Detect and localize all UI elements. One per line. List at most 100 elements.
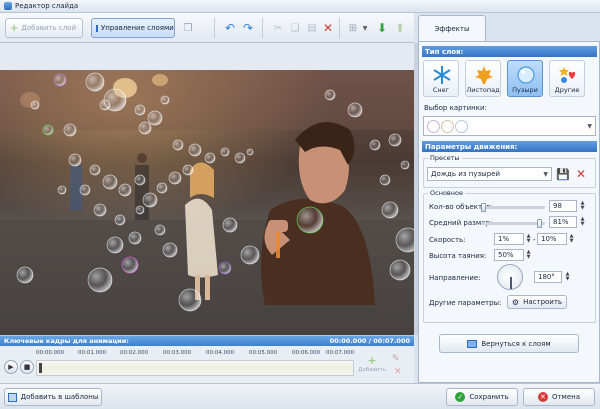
size-input[interactable]: 81% xyxy=(549,216,577,228)
ruler-tick: 00:05.000 xyxy=(249,350,278,356)
effects-panel: Эффекты Тип слоя: Снег Листопад Пузыри Д… xyxy=(418,13,600,383)
timeline: Ключевые кадры для анимации: 00:00.000 /… xyxy=(0,335,414,383)
chevron-down-icon: ▼ xyxy=(543,170,548,178)
add-to-templates-button[interactable]: Добавить в шаблоны xyxy=(4,388,102,406)
chevron-down-icon[interactable]: ▼ xyxy=(357,20,373,36)
add-keyframe-button[interactable]: + Добавить xyxy=(358,354,386,378)
play-icon: ▶ xyxy=(8,363,14,371)
title-bar: Редактор слайда xyxy=(0,0,600,13)
fade-label: Высота таяния: xyxy=(429,252,487,260)
check-icon: ✓ xyxy=(455,392,466,402)
count-slider-thumb[interactable] xyxy=(481,203,486,212)
window-title: Редактор слайда xyxy=(15,2,79,10)
cut-icon[interactable]: ✂ xyxy=(270,20,286,36)
stop-button[interactable]: ■ xyxy=(20,360,34,374)
direction-input[interactable]: 180° xyxy=(534,271,562,283)
bubble-thumb xyxy=(441,119,454,133)
back-to-layers-button[interactable]: Вернуться к слоям xyxy=(439,334,579,353)
canvas-margin xyxy=(0,43,414,70)
bubble-thumb xyxy=(455,119,468,133)
other-params-label: Другие параметры: xyxy=(429,299,502,307)
close-icon: ✕ xyxy=(537,392,548,402)
edit-keyframe-icon[interactable]: ✎ xyxy=(392,354,400,364)
speed-min-spinner[interactable]: ▲ ▼ xyxy=(525,234,532,244)
move-down-icon[interactable]: ⬇ xyxy=(374,20,390,36)
toolbar: + Добавить слой Управление слоями ❐ ↶ ↷ … xyxy=(0,13,414,43)
paste-icon[interactable]: ▤ xyxy=(304,20,320,36)
layer-type-heading: Тип слоя: xyxy=(422,46,597,57)
speed-label: Скорость: xyxy=(429,236,466,244)
effects-panel-body: Тип слоя: Снег Листопад Пузыри Другие Вы… xyxy=(418,41,600,383)
chevron-down-icon: ▼ xyxy=(587,122,592,130)
delete-keyframe-icon[interactable]: ✕ xyxy=(394,367,402,377)
bubble-thumb xyxy=(427,119,440,133)
plus-icon: + xyxy=(10,22,19,34)
fade-spinner[interactable]: ▲ ▼ xyxy=(525,250,532,260)
ruler-tick: 00:04.000 xyxy=(206,350,235,356)
ruler-tick: 00:07.000 xyxy=(326,350,355,356)
snowflake-icon xyxy=(433,66,451,84)
save-button[interactable]: ✓ Сохранить xyxy=(446,388,518,406)
shapes-icon xyxy=(559,67,576,83)
undo-icon[interactable]: ↶ xyxy=(222,20,238,36)
direction-dial[interactable] xyxy=(497,264,523,290)
effect-snow-button[interactable]: Снег xyxy=(423,60,459,97)
effect-other-button[interactable]: Другие xyxy=(549,60,585,97)
playhead[interactable] xyxy=(39,363,42,373)
count-slider[interactable] xyxy=(481,203,545,212)
ruler-tick: 00:02.000 xyxy=(120,350,149,356)
cancel-button[interactable]: ✕ Отмена xyxy=(523,388,595,406)
timeline-ruler: 00:00.000 00:01.000 00:02.000 00:03.000 … xyxy=(36,350,354,360)
scene-photo xyxy=(0,70,414,335)
layer-copy-icon[interactable]: ❐ xyxy=(180,20,196,36)
timeline-header: Ключевые кадры для анимации: 00:00.000 /… xyxy=(0,336,414,346)
picture-select[interactable]: ▼ xyxy=(423,116,596,136)
play-button[interactable]: ▶ xyxy=(4,360,18,374)
size-slider[interactable] xyxy=(481,219,545,228)
tab-effects[interactable]: Эффекты xyxy=(418,15,486,41)
speed-max-input[interactable]: 10% xyxy=(537,233,567,245)
ruler-tick: 00:06.000 xyxy=(292,350,321,356)
time-readout: 00:00.000 / 00:07.000 xyxy=(329,337,410,345)
speed-max-spinner[interactable]: ▲ ▼ xyxy=(568,234,575,244)
size-slider-thumb[interactable] xyxy=(537,219,542,228)
bottom-bar: Добавить в шаблоны ✓ Сохранить ✕ Отмена xyxy=(0,383,600,409)
size-spinner[interactable]: ▲ ▼ xyxy=(579,217,586,227)
speed-min-input[interactable]: 1% xyxy=(494,233,524,245)
ruler-tick: 00:00.000 xyxy=(36,350,65,356)
save-preset-icon[interactable]: 💾 xyxy=(555,166,571,182)
bubble-icon xyxy=(517,66,535,84)
preset-select[interactable]: Дождь из пузырей ▼ xyxy=(427,167,552,181)
keyframe-track[interactable] xyxy=(36,360,354,376)
ruler-tick: 00:01.000 xyxy=(78,350,107,356)
app-icon xyxy=(4,2,12,10)
count-spinner[interactable]: ▲ ▼ xyxy=(579,201,586,211)
layers-icon xyxy=(467,339,478,348)
redo-icon[interactable]: ↷ xyxy=(240,20,256,36)
move-up-icon[interactable]: ⬆ xyxy=(392,20,408,36)
template-icon xyxy=(7,392,17,402)
count-input[interactable]: 98 xyxy=(549,200,577,212)
dial-needle xyxy=(510,277,512,289)
speed-dash: - xyxy=(533,236,536,244)
picture-label: Выбор картинки: xyxy=(424,104,487,112)
stop-icon: ■ xyxy=(23,363,31,371)
manage-layers-button[interactable]: Управление слоями xyxy=(91,18,175,38)
slide-canvas[interactable] xyxy=(0,70,414,335)
plus-icon: + xyxy=(367,354,377,367)
maple-leaf-icon xyxy=(475,66,493,84)
ruler-tick: 00:03.000 xyxy=(163,350,192,356)
copy-icon[interactable]: ❏ xyxy=(287,20,303,36)
effect-bubbles-button[interactable]: Пузыри xyxy=(507,60,543,97)
configure-button[interactable]: ⚙ Настроить xyxy=(507,295,567,309)
gear-icon: ⚙ xyxy=(511,297,520,307)
effect-leaves-button[interactable]: Листопад xyxy=(465,60,501,97)
direction-label: Направление: xyxy=(429,274,481,282)
add-layer-button[interactable]: + Добавить слой xyxy=(5,18,83,38)
delete-icon[interactable]: ✕ xyxy=(320,20,336,36)
motion-heading: Параметры движения: xyxy=(422,141,597,152)
layers-icon xyxy=(96,24,98,32)
direction-spinner[interactable]: ▲ ▼ xyxy=(564,272,571,282)
fade-input[interactable]: 50% xyxy=(494,249,524,261)
delete-preset-icon[interactable]: ✕ xyxy=(573,166,589,182)
